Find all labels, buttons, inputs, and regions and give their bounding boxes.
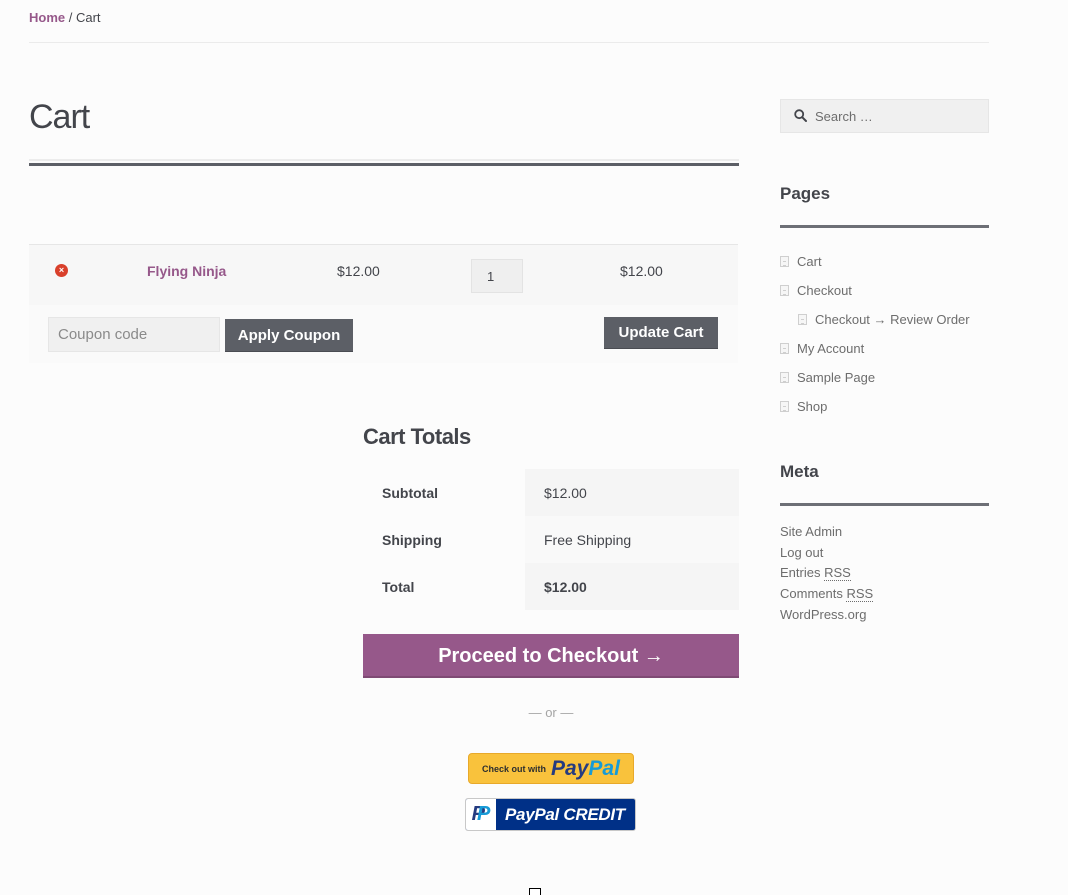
remove-item-icon[interactable]: × (55, 264, 68, 277)
page-icon (780, 343, 789, 354)
page-icon (780, 401, 789, 412)
paypal-credit-label: PayPal CREDIT (505, 804, 625, 824)
page-link-label: Cart (797, 254, 822, 269)
totals-value: $12.00 (525, 469, 739, 516)
quantity-input[interactable] (471, 259, 523, 293)
totals-row-subtotal: Subtotal $12.00 (363, 469, 739, 516)
page-link-checkout[interactable]: Checkout (780, 276, 970, 305)
title-divider (29, 163, 739, 166)
breadcrumb: Home / Cart (29, 10, 101, 25)
coupon-code-input[interactable] (48, 317, 220, 352)
search-input[interactable] (815, 100, 985, 132)
pages-widget-title: Pages (780, 184, 831, 203)
totals-label: Subtotal (382, 485, 438, 501)
totals-row-shipping: Shipping Free Shipping (363, 516, 739, 563)
breadcrumb-home-link[interactable]: Home (29, 10, 65, 25)
or-separator: — or — (528, 705, 574, 720)
page-icon (798, 314, 807, 325)
paypal-p-icon-light: P (477, 803, 491, 825)
breadcrumb-separator: / (65, 10, 76, 25)
page-link-shop[interactable]: Shop (780, 392, 970, 421)
meta-link-label: Entries (780, 565, 825, 581)
page-title: Cart (29, 98, 90, 136)
paypal-logo-pal: Pal (588, 756, 620, 780)
meta-widget-divider (780, 503, 989, 506)
page-link-my-account[interactable]: My Account (780, 334, 970, 363)
meta-link-log-out[interactable]: Log out (780, 545, 823, 560)
cart-actions-row: Apply Coupon Update Cart (29, 305, 738, 363)
meta-link-entries-rss[interactable]: Entries RSS (780, 565, 851, 582)
page-icon (780, 285, 789, 296)
product-name-link[interactable]: Flying Ninja (147, 263, 226, 279)
page-link-label: Shop (797, 399, 828, 414)
cart-table: × Flying Ninja $12.00 $12.00 Apply Coupo… (29, 244, 738, 363)
meta-list: Site Admin Log out Entries RSS Comments … (780, 524, 874, 627)
paypal-logo-pay: Pay (551, 756, 589, 780)
pages-widget-divider (780, 225, 989, 228)
page-link-cart[interactable]: Cart (780, 247, 970, 276)
breadcrumb-current: Cart (75, 10, 101, 25)
meta-link-wordpress[interactable]: WordPress.org (780, 607, 866, 622)
meta-link-comments-rss[interactable]: Comments RSS (780, 586, 874, 603)
cart-item-row: × Flying Ninja $12.00 $12.00 (29, 244, 738, 305)
apply-coupon-button[interactable]: Apply Coupon (225, 319, 353, 352)
totals-value: $12.00 (525, 563, 739, 610)
page-link-label: Checkout → Review Order (815, 312, 970, 327)
search-field[interactable] (780, 99, 989, 133)
search-icon (794, 109, 807, 122)
rss-abbr: RSS (846, 586, 874, 603)
cart-totals-table: Subtotal $12.00 Shipping Free Shipping T… (363, 469, 739, 610)
paypal-logo: PayPal (551, 757, 620, 781)
totals-row-total: Total $12.00 (363, 563, 739, 610)
paypal-credit-button[interactable]: PP PayPal CREDIT (465, 798, 636, 831)
page-link-label: Sample Page (797, 370, 876, 385)
paypal-prefix: Check out with (482, 763, 547, 774)
totals-label: Shipping (382, 532, 442, 548)
page-link-label: Checkout (797, 283, 852, 298)
meta-widget-title: Meta (780, 462, 819, 481)
update-cart-button[interactable]: Update Cart (604, 317, 718, 349)
totals-value: Free Shipping (525, 516, 739, 563)
meta-link-label: Comments (780, 586, 847, 602)
meta-link-site-admin[interactable]: Site Admin (780, 524, 842, 539)
pages-list: Cart Checkout Checkout → Review Order My… (780, 247, 970, 421)
page-icon (780, 256, 789, 267)
breadcrumb-divider (29, 42, 989, 43)
page-link-label: My Account (797, 341, 865, 356)
cart-totals-title: Cart Totals (363, 424, 471, 449)
paypal-p-icon: PP (466, 799, 496, 830)
product-price: $12.00 (337, 263, 380, 279)
paypal-checkout-button[interactable]: Check out with PayPal (468, 753, 634, 784)
page-link-sample-page[interactable]: Sample Page (780, 363, 970, 392)
totals-label: Total (382, 579, 415, 595)
page-icon (780, 372, 789, 383)
page-link-review-order[interactable]: Checkout → Review Order (780, 305, 970, 334)
title-divider-light (29, 159, 739, 161)
proceed-to-checkout-button[interactable]: Proceed to Checkout → (363, 634, 739, 678)
rss-abbr: RSS (824, 565, 851, 582)
product-subtotal: $12.00 (620, 263, 663, 279)
